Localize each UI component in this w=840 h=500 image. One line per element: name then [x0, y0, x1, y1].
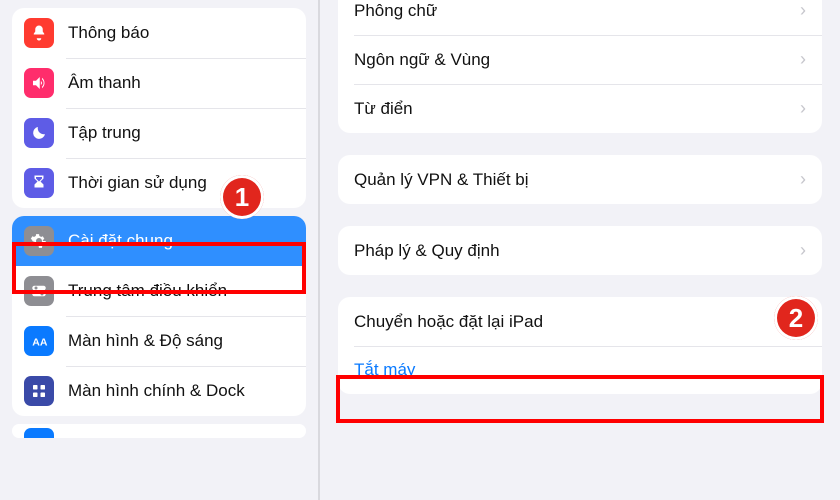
- grid-icon: [24, 376, 54, 406]
- sidebar-item-label: Trung tâm điều khiển: [68, 281, 227, 301]
- toggles-icon: [24, 276, 54, 306]
- hourglass-icon: [24, 168, 54, 198]
- accessibility-icon: [24, 428, 54, 438]
- row-label: Từ điển: [354, 99, 413, 119]
- text-size-icon: AA: [24, 326, 54, 356]
- sidebar-item-label: Tập trung: [68, 123, 141, 143]
- row-label: Phông chữ: [354, 1, 437, 21]
- bell-icon: [24, 18, 54, 48]
- detail-group-vpn: Quản lý VPN & Thiết bị ›: [338, 155, 822, 204]
- row-label: Pháp lý & Quy định: [354, 241, 500, 261]
- sidebar-group-next: [12, 424, 306, 438]
- general-settings-detail: Phông chữ › Ngôn ngữ & Vùng › Từ điển › …: [320, 0, 840, 500]
- detail-group-typography: Phông chữ › Ngôn ngữ & Vùng › Từ điển ›: [338, 0, 822, 133]
- moon-icon: [24, 118, 54, 148]
- row-label: Chuyển hoặc đặt lại iPad: [354, 312, 543, 332]
- row-transfer-reset[interactable]: Chuyển hoặc đặt lại iPad ›: [338, 297, 822, 346]
- row-dictionary[interactable]: Từ điển ›: [338, 84, 822, 133]
- row-fonts[interactable]: Phông chữ ›: [338, 0, 822, 35]
- svg-text:AA: AA: [32, 337, 48, 349]
- sidebar-item-label: Màn hình & Độ sáng: [68, 331, 223, 351]
- sidebar-item-label: Cài đặt chung: [68, 231, 173, 251]
- sidebar-item-notifications[interactable]: Thông báo: [12, 8, 306, 58]
- row-language-region[interactable]: Ngôn ngữ & Vùng ›: [338, 35, 822, 84]
- sidebar-item-display[interactable]: AA Màn hình & Độ sáng: [12, 316, 306, 366]
- sidebar-item-focus[interactable]: Tập trung: [12, 108, 306, 158]
- sidebar-item-homescreen[interactable]: Màn hình chính & Dock: [12, 366, 306, 416]
- sidebar-item-label: Thông báo: [68, 23, 149, 43]
- chevron-right-icon: ›: [800, 169, 806, 190]
- sidebar-item-control-center[interactable]: Trung tâm điều khiển: [12, 266, 306, 316]
- chevron-right-icon: ›: [800, 49, 806, 70]
- annotation-badge-1: 1: [220, 175, 264, 219]
- chevron-right-icon: ›: [800, 240, 806, 261]
- detail-group-reset: Chuyển hoặc đặt lại iPad › Tắt máy: [338, 297, 822, 394]
- settings-sidebar: Thông báo Âm thanh Tập trung Thời gian s…: [0, 0, 318, 500]
- row-label: Tắt máy: [354, 360, 415, 380]
- chevron-right-icon: ›: [800, 98, 806, 119]
- chevron-right-icon: ›: [800, 0, 806, 21]
- row-vpn-device[interactable]: Quản lý VPN & Thiết bị ›: [338, 155, 822, 204]
- sidebar-group-notifications: Thông báo Âm thanh Tập trung Thời gian s…: [12, 8, 306, 208]
- sidebar-item-general[interactable]: Cài đặt chung: [12, 216, 306, 266]
- row-legal[interactable]: Pháp lý & Quy định ›: [338, 226, 822, 275]
- detail-group-legal: Pháp lý & Quy định ›: [338, 226, 822, 275]
- gear-icon: [24, 226, 54, 256]
- sidebar-item-label: Thời gian sử dụng: [68, 173, 207, 193]
- row-shutdown[interactable]: Tắt máy: [338, 346, 822, 394]
- sidebar-item-partial[interactable]: [12, 424, 306, 438]
- sidebar-item-label: Âm thanh: [68, 73, 141, 93]
- sidebar-item-sound[interactable]: Âm thanh: [12, 58, 306, 108]
- sidebar-group-general: Cài đặt chung Trung tâm điều khiển AA Mà…: [12, 216, 306, 416]
- speaker-icon: [24, 68, 54, 98]
- annotation-badge-2: 2: [774, 296, 818, 340]
- row-label: Quản lý VPN & Thiết bị: [354, 170, 529, 190]
- sidebar-item-label: Màn hình chính & Dock: [68, 381, 245, 401]
- row-label: Ngôn ngữ & Vùng: [354, 50, 490, 70]
